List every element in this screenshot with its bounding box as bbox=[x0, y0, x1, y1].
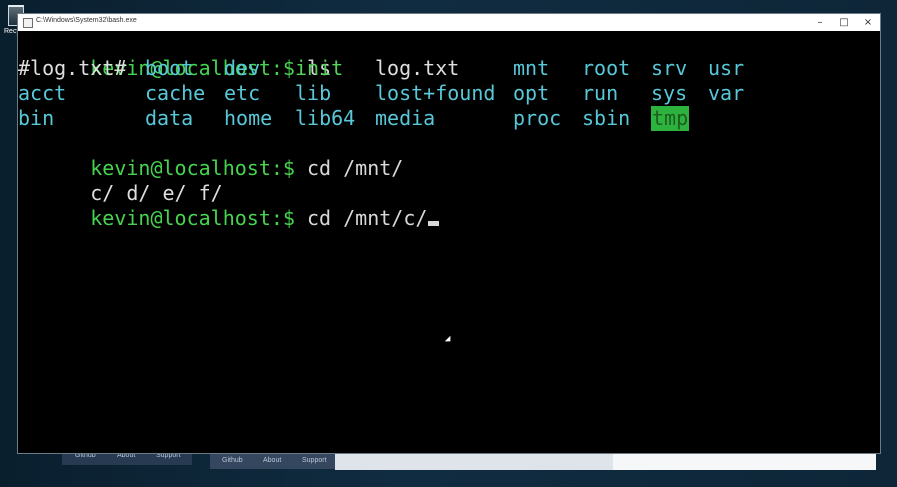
dir-home: home bbox=[224, 106, 273, 130]
background-footer-right bbox=[335, 454, 876, 470]
maximize-button[interactable]: □ bbox=[832, 14, 856, 31]
dir-lib: lib bbox=[295, 81, 332, 105]
dir-etc: etc bbox=[224, 81, 261, 105]
footer-link-about-right[interactable]: About bbox=[263, 457, 281, 464]
window-controls: – □ × bbox=[808, 14, 880, 31]
dir-boot: boot bbox=[145, 56, 194, 80]
terminal-command-space bbox=[295, 206, 307, 230]
footer-link-support-right[interactable]: Support bbox=[302, 457, 327, 464]
dir-data: data bbox=[145, 106, 194, 130]
terminal-area[interactable]: kevin@localhost:$ ls #log.txt# boot dev … bbox=[18, 31, 880, 453]
ls-output-row-1: #log.txt# boot dev init log.txt mnt root… bbox=[18, 56, 744, 81]
dir-sys: sys bbox=[651, 81, 688, 105]
footer-link-about-left[interactable]: About bbox=[117, 452, 135, 459]
terminal-app-icon bbox=[23, 18, 33, 28]
bash-window[interactable]: C:\Windows\System32\bash.exe – □ × kevin… bbox=[18, 14, 880, 453]
terminal-cursor bbox=[428, 221, 440, 226]
dir-opt: opt bbox=[513, 81, 550, 105]
mnt-output-line: c/ d/ e/ f/ bbox=[18, 156, 222, 205]
terminal-line-cd-mnt-c: kevin@localhost:$ cd /mnt/c/ bbox=[18, 181, 440, 230]
file-init: init bbox=[295, 56, 344, 80]
minimize-button[interactable]: – bbox=[808, 14, 832, 31]
terminal-line-cd-mnt: kevin@localhost:$ cd /mnt/ bbox=[18, 131, 403, 180]
dir-usr: usr bbox=[708, 56, 745, 80]
file-log-txt: log.txt bbox=[375, 56, 460, 80]
dir-dev: dev bbox=[224, 56, 261, 80]
terminal-line-1: kevin@localhost:$ ls bbox=[18, 31, 331, 80]
dir-media: media bbox=[375, 106, 436, 130]
footer-link-github-left[interactable]: Github bbox=[75, 452, 96, 459]
close-button[interactable]: × bbox=[856, 14, 880, 31]
terminal-prompt: kevin@localhost:$ bbox=[90, 206, 295, 230]
dir-bin: bin bbox=[18, 106, 55, 130]
dir-proc: proc bbox=[513, 106, 562, 130]
ls-output-row-3: bin data home lib64 media proc sbin tmp bbox=[18, 106, 690, 131]
ls-output-row-2: acct cache etc lib lost+found opt run sy… bbox=[18, 81, 744, 106]
dir-root: root bbox=[582, 56, 631, 80]
footer-link-github-right[interactable]: Github bbox=[222, 457, 243, 464]
dir-srv: srv bbox=[651, 56, 688, 80]
file-log-hash: #log.txt# bbox=[18, 56, 127, 80]
dir-lib64: lib64 bbox=[295, 106, 356, 130]
terminal-command-space bbox=[295, 156, 307, 180]
dir-mnt: mnt bbox=[513, 56, 550, 80]
terminal-command-cd-mnt-c: cd /mnt/c/ bbox=[307, 206, 428, 230]
dir-lost-found: lost+found bbox=[375, 81, 496, 105]
window-title: C:\Windows\System32\bash.exe bbox=[36, 17, 137, 24]
dir-tmp-highlighted: tmp bbox=[651, 106, 690, 131]
dir-sbin: sbin bbox=[582, 106, 631, 130]
dir-run: run bbox=[582, 81, 619, 105]
window-titlebar[interactable]: C:\Windows\System32\bash.exe – □ × bbox=[18, 14, 880, 31]
dir-var: var bbox=[708, 81, 745, 105]
footer-link-support-left[interactable]: Support bbox=[156, 452, 181, 459]
dir-cache: cache bbox=[145, 81, 206, 105]
dir-acct: acct bbox=[18, 81, 67, 105]
terminal-command-cd-mnt: cd /mnt/ bbox=[307, 156, 404, 180]
